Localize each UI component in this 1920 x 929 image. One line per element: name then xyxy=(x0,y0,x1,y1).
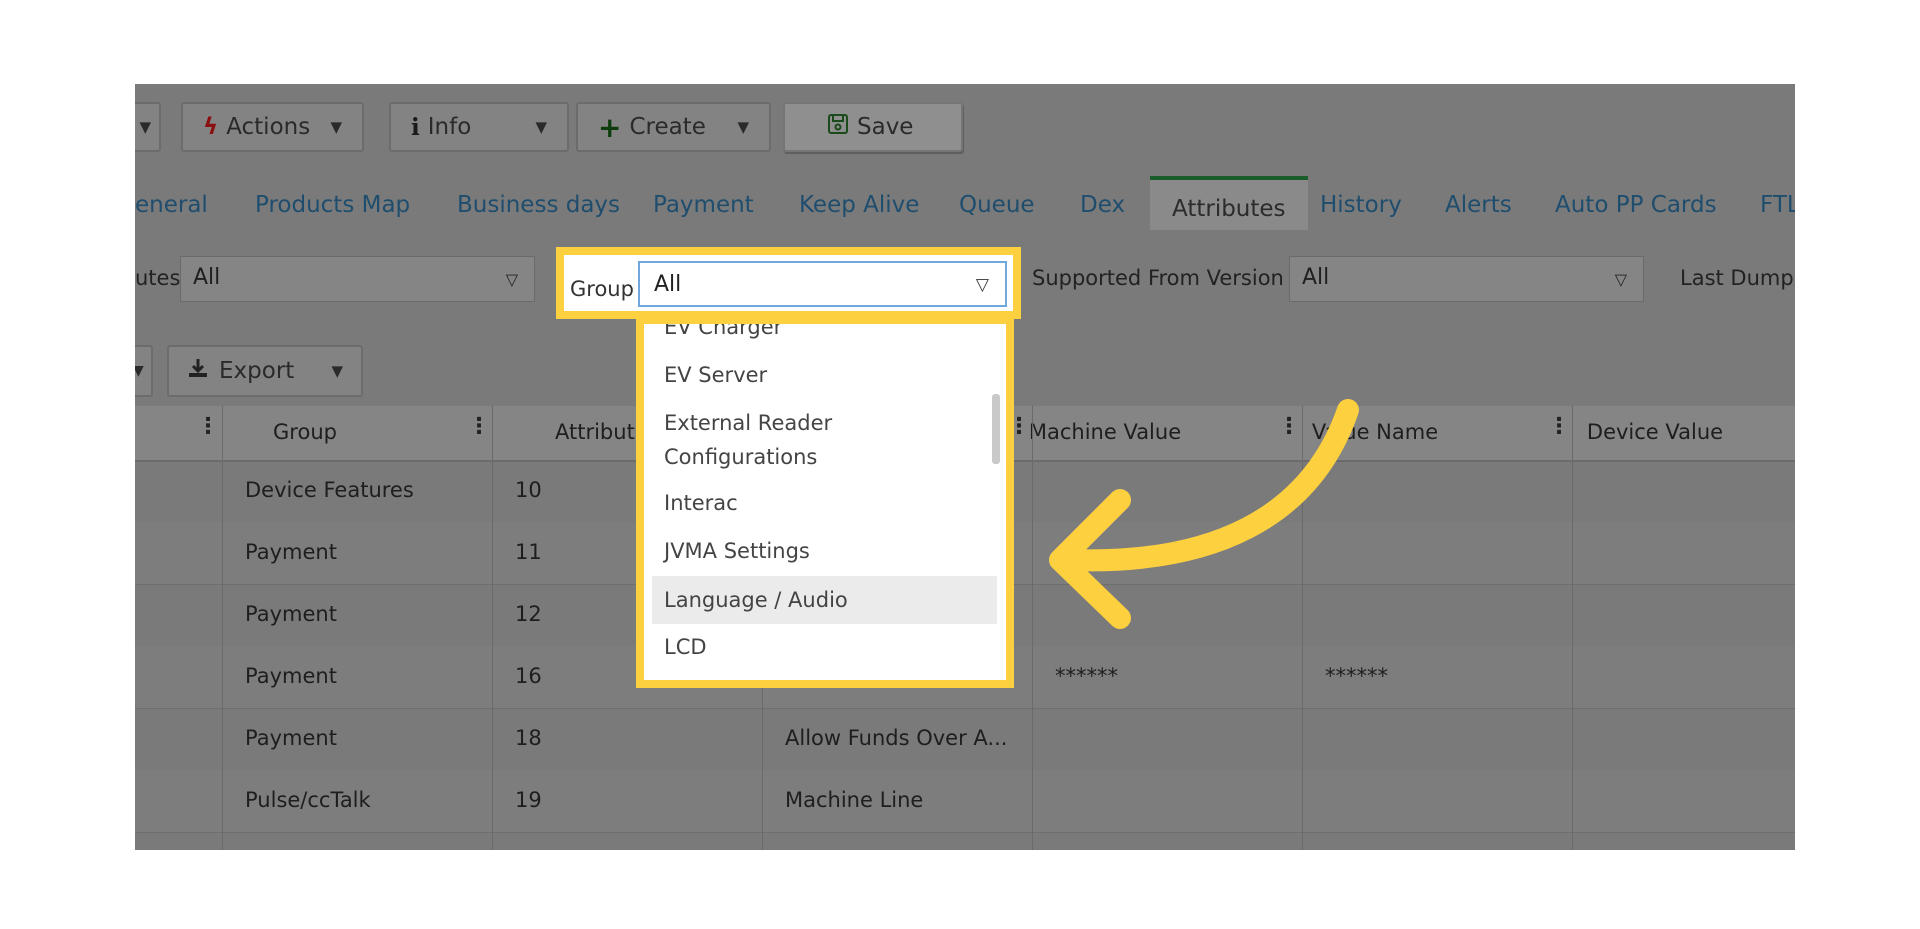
info-button-label: Info xyxy=(427,114,472,140)
cell-group: Payment xyxy=(245,602,337,626)
tab-alerts[interactable]: Alerts xyxy=(1445,192,1512,218)
tab-business-days[interactable]: Business days xyxy=(457,192,620,218)
column-divider xyxy=(492,406,493,850)
cell-attribute-name: Machine Line xyxy=(785,788,924,812)
version-filter-label: Supported From Version xyxy=(1032,266,1284,290)
cell-group: Payment xyxy=(245,726,337,750)
group-filter-highlight: Group All ▽ xyxy=(556,247,1021,319)
dropdown-option[interactable]: EV Server xyxy=(652,358,997,392)
table-row[interactable]: Payment 18 Allow Funds Over A... xyxy=(135,708,1795,771)
group-filter-label: Group xyxy=(570,277,634,301)
save-button-label: Save xyxy=(857,114,914,140)
cell-machine-value: ****** xyxy=(1055,664,1118,688)
cell-value-name: ****** xyxy=(1325,664,1388,688)
cell-attribute: 11 xyxy=(515,540,542,564)
column-divider xyxy=(1572,406,1573,850)
cell-attribute: 19 xyxy=(515,788,542,812)
tab-dex[interactable]: Dex xyxy=(1080,192,1125,218)
dropdown-triangle-icon: ▽ xyxy=(975,275,989,295)
group-filter-value: All xyxy=(654,272,682,297)
actions-button-label: Actions xyxy=(226,114,311,140)
actions-button[interactable]: ϟ Actions ▼ xyxy=(181,102,364,152)
version-filter-value: All xyxy=(1302,265,1330,290)
cell-attribute: 16 xyxy=(515,664,542,688)
column-header-device-value[interactable]: Device Value xyxy=(1555,420,1755,444)
caret-down-icon: ▼ xyxy=(737,118,749,136)
cell-attribute: 18 xyxy=(515,726,542,750)
tab-auto-pp-cards[interactable]: Auto PP Cards xyxy=(1555,192,1717,218)
toolbar-dropdown-button[interactable]: ▼ xyxy=(135,102,161,152)
dropdown-option[interactable]: External Reader Configurations xyxy=(652,406,997,474)
last-dump-label: Last Dump: xyxy=(1680,266,1795,290)
caret-down-icon: ▼ xyxy=(135,363,144,379)
table-row[interactable]: Pulse/ccTalk 19 Machine Line xyxy=(135,770,1795,833)
group-filter-select[interactable]: All ▽ xyxy=(638,261,1007,307)
tab-attributes[interactable]: Attributes xyxy=(1150,176,1308,230)
tab-payment[interactable]: Payment xyxy=(653,192,754,218)
attributes-filter-select[interactable]: All ▽ xyxy=(180,256,535,302)
cell-group: Pulse/ccTalk xyxy=(245,788,371,812)
export-button-label: Export xyxy=(219,358,295,384)
columns-dropdown-button[interactable]: ▼ xyxy=(135,345,153,397)
attributes-filter-label: utes xyxy=(135,266,181,290)
create-button[interactable]: + Create ▼ xyxy=(576,102,771,152)
dropdown-triangle-icon: ▽ xyxy=(1614,270,1627,289)
dropdown-triangle-icon: ▽ xyxy=(505,270,518,289)
tab-history[interactable]: History xyxy=(1320,192,1402,218)
column-menu-icon[interactable]: ⋮ xyxy=(468,414,490,439)
tab-general[interactable]: eneral xyxy=(135,192,208,218)
lightning-icon: ϟ xyxy=(203,114,219,140)
cell-attribute-name: Allow Funds Over A... xyxy=(785,726,1008,750)
tab-queue[interactable]: Queue xyxy=(959,192,1035,218)
caret-down-icon: ▼ xyxy=(535,118,547,136)
plus-icon: + xyxy=(598,110,622,144)
dropdown-option[interactable]: JVMA Settings xyxy=(652,534,997,568)
download-icon xyxy=(187,357,209,385)
save-disk-icon xyxy=(827,113,849,141)
save-button[interactable]: Save xyxy=(783,102,963,152)
caret-down-icon: ▼ xyxy=(139,118,151,136)
cell-group: Payment xyxy=(245,664,337,688)
caret-down-icon: ▼ xyxy=(330,118,342,136)
dropdown-option-hovered[interactable]: Language / Audio xyxy=(652,576,997,624)
info-icon: i xyxy=(411,113,420,141)
curved-arrow-icon xyxy=(1049,399,1359,629)
dropdown-option[interactable]: EV Charger xyxy=(652,324,997,344)
tab-keep-alive[interactable]: Keep Alive xyxy=(799,192,919,218)
group-dropdown-list[interactable]: EV Charger EV Server External Reader Con… xyxy=(636,316,1014,688)
tab-products-map[interactable]: Products Map xyxy=(255,192,410,218)
create-button-label: Create xyxy=(629,114,706,140)
version-filter-select[interactable]: All ▽ xyxy=(1289,256,1644,302)
cell-group: Device Features xyxy=(245,478,414,502)
caret-down-icon: ▼ xyxy=(331,362,343,380)
tab-ftl[interactable]: FTL xyxy=(1760,192,1795,218)
cell-attribute: 12 xyxy=(515,602,542,626)
export-button[interactable]: Export ▼ xyxy=(167,345,363,397)
cell-attribute: 10 xyxy=(515,478,542,502)
dropdown-scrollbar[interactable] xyxy=(992,394,1000,464)
cell-group: Payment xyxy=(245,540,337,564)
dropdown-option[interactable]: Interac xyxy=(652,486,997,520)
attributes-filter-value: All xyxy=(193,265,221,290)
column-header-group[interactable]: Group xyxy=(205,420,405,444)
dropdown-option[interactable]: LCD xyxy=(652,630,997,664)
tab-bar: eneral Products Map Business days Paymen… xyxy=(135,176,1795,230)
info-button[interactable]: i Info ▼ xyxy=(389,102,569,152)
column-divider xyxy=(222,406,223,850)
